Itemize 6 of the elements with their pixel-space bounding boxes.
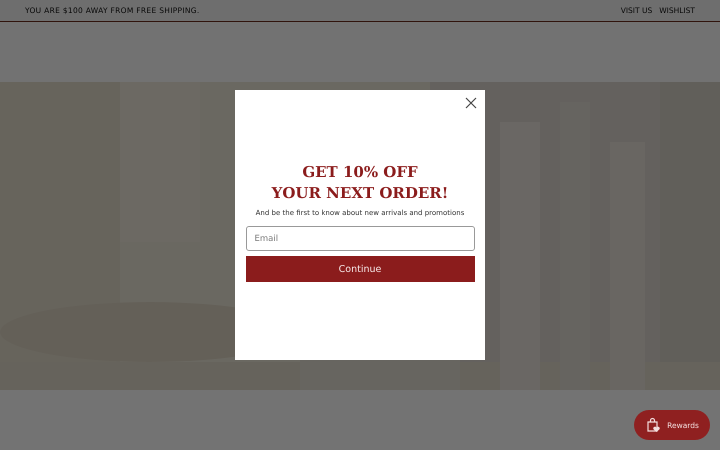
headline: GET 10% OFF	[302, 162, 418, 183]
email-field[interactable]: Email	[246, 226, 474, 251]
continue-button[interactable]: Continue	[246, 256, 474, 282]
bag-heart-icon	[645, 417, 662, 433]
headline: YOUR NEXT ORDER!	[272, 183, 448, 204]
close-icon[interactable]	[465, 97, 477, 109]
